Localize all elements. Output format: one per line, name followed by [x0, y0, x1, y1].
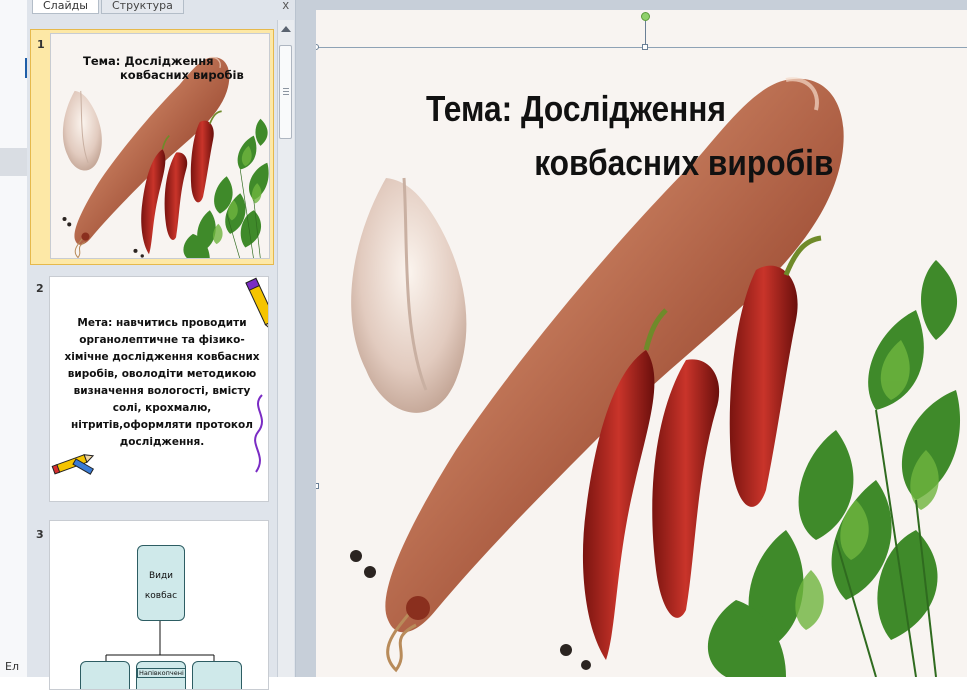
- diagram-box-right: [192, 661, 242, 689]
- slide-preview-2: Мета: навчитись проводити органолептичне…: [49, 276, 269, 502]
- slides-panel: Слайды Структура x 1 Тема: Дослідження к…: [27, 0, 296, 690]
- grip-icon: [283, 88, 289, 89]
- diagram-box-mid: Напівкопчені: [136, 661, 186, 689]
- app-left-edge: Ел: [0, 0, 27, 677]
- scroll-thumb[interactable]: [279, 45, 292, 139]
- diagram-box-main-label: Види ковбас: [144, 571, 178, 601]
- status-bar-text: Ел: [5, 660, 19, 673]
- scroll-up-icon[interactable]: [281, 26, 291, 32]
- rotate-handle-line: [645, 21, 646, 45]
- slide-title-line1: Тема: Дослідження: [426, 88, 726, 129]
- slide-thumbnail-2[interactable]: 2 Мета: навчитись проводити органолептич…: [30, 276, 274, 504]
- diagram-box-main: Види ковбас: [137, 545, 185, 621]
- panel-tabs: Слайды Структура x: [27, 0, 295, 20]
- resize-handle-top[interactable]: [642, 44, 648, 50]
- current-slide[interactable]: Тема: Дослідження ковбасних виробів: [316, 10, 967, 677]
- slide-preview-1: Тема: Дослідження ковбасних виробів: [50, 33, 270, 259]
- slide-preview-3: Види ковбас Напівкопчені: [49, 520, 269, 690]
- rotate-handle[interactable]: [641, 12, 650, 21]
- panel-scrollbar[interactable]: [277, 20, 294, 677]
- tab-outline[interactable]: Структура: [101, 0, 184, 14]
- diagram-box-left: [80, 661, 130, 689]
- close-icon[interactable]: x: [283, 0, 290, 12]
- tab-slides[interactable]: Слайды: [32, 0, 99, 14]
- slide-number: 3: [36, 528, 44, 541]
- slide-thumbnail-1[interactable]: 1 Тема: Дослідження ковбасних виробів: [30, 29, 274, 265]
- slide-thumbnail-3[interactable]: 3 Види ковбас Напівкопчені: [30, 520, 274, 690]
- slide-title-line2: ковбасних виробів: [534, 142, 834, 183]
- slide-number: 2: [36, 282, 44, 295]
- thumb-title-line2: ковбасних виробів: [120, 68, 244, 82]
- left-strip: [0, 148, 27, 176]
- pencil-decoration-icon: [51, 277, 268, 475]
- thumb-title-line1: Тема: Дослідження: [83, 54, 214, 68]
- slide-number: 1: [37, 38, 45, 51]
- slide-title[interactable]: Тема: Дослідження ковбасних виробів: [426, 82, 884, 190]
- resize-handle-mid-left[interactable]: [316, 483, 319, 489]
- slide-editor: Тема: Дослідження ковбасних виробів: [296, 0, 967, 677]
